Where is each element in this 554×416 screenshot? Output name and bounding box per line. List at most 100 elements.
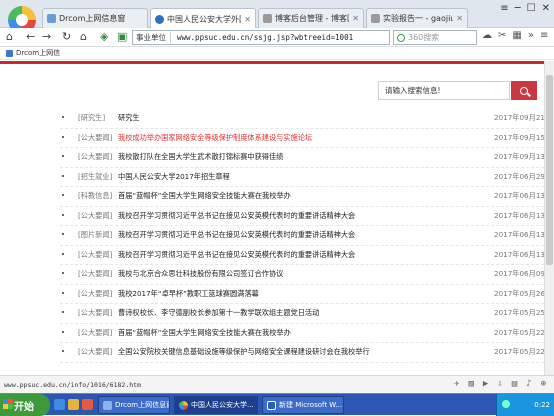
news-category[interactable]: [公大要闻] <box>78 152 112 162</box>
news-row[interactable]: [公大要闻] 我校散打队在全国大学生武术散打锦标赛中获得佳绩 2017年09月13日 <box>60 148 544 168</box>
news-category[interactable]: [公大要闻] <box>78 308 112 318</box>
news-date: 2017年06月13日 <box>494 191 544 201</box>
news-title-link[interactable]: 全国公安院校关键信息基础设施等级保护与网络安全课程建设研讨会在我校举行 <box>118 347 370 357</box>
news-row[interactable]: [科教信息] 首届“蓝帽杯”全国大学生网络安全技能大赛在我校举办 2017年06月1… <box>60 187 544 207</box>
url-text: www.ppsuc.edu.cn/ssjg.jsp?wbtreeid=1001 <box>177 33 354 42</box>
news-date: 2017年09月21日 <box>494 113 544 123</box>
tab-cnblogs[interactable]: 博客后台管理 - 博客园 ✕ <box>258 8 364 28</box>
cloud-icon[interactable]: ☁ <box>482 30 492 41</box>
pin-icon[interactable]: ✈ <box>454 379 459 389</box>
zoom-icon[interactable]: ⊕ <box>541 379 546 389</box>
site-search-placeholder: 请输入搜索信息! <box>385 86 441 95</box>
news-row[interactable]: [公大要闻] 我校2017年“卓早杯”教职工篮球赛圆满落幕 2017年05月26日 <box>60 285 544 304</box>
news-row[interactable]: [公大要闻] 我校与北京合众思壮科技股份有限公司签订合作协议 2017年06月09日 <box>60 265 544 285</box>
news-category[interactable]: [公大要闻] <box>78 328 112 338</box>
news-row[interactable]: [研究生] 研究生 2017年09月21日 <box>60 109 544 129</box>
forward-icon[interactable]: → <box>42 30 51 43</box>
toolbar-icons: ☁ ✂ ▦ » ≡ <box>482 30 548 41</box>
grid-icon[interactable]: ▦ <box>512 30 521 41</box>
browser-icon <box>179 400 188 410</box>
scissors-icon[interactable]: ✂ <box>498 30 506 41</box>
news-title-link[interactable]: 我校成功举办国家网络安全等级保护制度体系建设与实施论坛 <box>118 133 312 143</box>
task-label: 新建 Microsoft W... <box>279 401 343 409</box>
news-title-link[interactable]: 我校召开学习贯彻习近平总书记在接见公安英模代表时的重要讲话精神大会 <box>118 250 355 260</box>
news-row[interactable]: [图片新闻] 我校召开学习贯彻习近平总书记在接见公安英模代表时的重要讲话精神大会 2… <box>60 226 544 246</box>
home-icon[interactable]: ⌂ <box>6 30 13 43</box>
news-title-link[interactable]: 中国人民公安大学2017年招生章程 <box>118 172 230 182</box>
news-title-link[interactable]: 曹诗权校长、李守德副校长参加第十一教学联欢组主题党日活动 <box>118 308 319 318</box>
image-icon[interactable]: ▨ <box>468 379 473 389</box>
news-category[interactable]: [公大要闻] <box>78 211 112 221</box>
news-category[interactable]: [招生就业] <box>78 172 112 182</box>
address-bar[interactable]: 事业单位 www.ppsuc.edu.cn/ssjg.jsp?wbtreeid=… <box>132 30 390 45</box>
tab-drcom[interactable]: Drcom上网信息窗 <box>42 8 148 28</box>
news-category[interactable]: [科教信息] <box>78 191 112 201</box>
close-tab-icon[interactable]: ✕ <box>456 14 463 23</box>
news-category[interactable]: [公大要闻] <box>78 269 112 279</box>
shield-icon[interactable]: ◈ <box>100 30 108 43</box>
bookmark-drcom[interactable]: Drcom上网信 <box>16 48 60 58</box>
news-row[interactable]: [公大要闻] 我校成功举办国家网络安全等级保护制度体系建设与实施论坛 2017年09… <box>60 129 544 148</box>
site-search-button[interactable] <box>511 81 537 100</box>
news-category[interactable]: [研究生] <box>78 113 105 123</box>
bullet-icon <box>62 311 64 313</box>
search-icon <box>520 86 528 95</box>
page-icon <box>47 14 56 23</box>
news-category[interactable]: [公大要闻] <box>78 347 112 357</box>
scrollbar-thumb[interactable] <box>546 75 553 265</box>
news-date: 2017年09月13日 <box>494 152 544 162</box>
reload-icon[interactable]: ↻ <box>62 30 71 43</box>
news-row[interactable]: [公大要闻] 曹诗权校长、李守德副校长参加第十一教学联欢组主题党日活动 2017年0… <box>60 304 544 324</box>
tab-report[interactable]: 实验报告一 - gaojiuggu ✕ <box>366 8 468 28</box>
sound-icon[interactable]: ♪ <box>526 379 531 389</box>
news-title-link[interactable]: 研究生 <box>118 113 140 123</box>
news-row[interactable]: [公大要闻] 首届“蓝帽杯”全国大学生网络安全技能大赛在我校举办 2017年05月2… <box>60 324 544 343</box>
news-title-link[interactable]: 我校召开学习贯彻习近平总书记在接见公安英模代表时的重要讲话精神大会 <box>118 230 355 240</box>
news-title-link[interactable]: 首届“蓝帽杯”全国大学生网络安全技能大赛在我校举办 <box>118 191 291 201</box>
site-search-input[interactable]: 请输入搜索信息! <box>378 81 510 100</box>
news-row[interactable]: [公大要闻] 我校召开学习贯彻习近平总书记在接见公安英模代表时的重要讲话精神大会 2… <box>60 246 544 265</box>
trash-icon[interactable]: ▤ <box>512 379 517 389</box>
start-label: 开始 <box>14 401 34 413</box>
taskbar-item-word[interactable]: 新建 Microsoft W... <box>262 396 344 414</box>
close-tab-icon[interactable]: ✕ <box>352 14 359 23</box>
news-title-link[interactable]: 我校散打队在全国大学生武术散打锦标赛中获得佳绩 <box>118 152 283 162</box>
play-icon[interactable]: ▶ <box>483 379 488 389</box>
network-icon[interactable] <box>502 400 510 408</box>
page-content: 请输入搜索信息! [研究生] 研究生 2017年09月21日 [公大要闻] 我校成功举办… <box>0 61 544 375</box>
back-icon[interactable]: ← <box>26 30 35 43</box>
close-window-icon[interactable]: ✕ <box>542 3 550 14</box>
quicklaunch-ie-icon[interactable] <box>54 399 65 410</box>
browser-window: Drcom上网信息窗 中国人民公安大学外网 ✕ 博客后台管理 - 博客园 ✕ 实… <box>0 0 554 416</box>
bullet-icon <box>62 350 64 352</box>
news-title-link[interactable]: 我校召开学习贯彻习近平总书记在接见公安英模代表时的重要讲话精神大会 <box>118 211 355 221</box>
taskbar-item-drcom[interactable]: Drcom上网信息窗 <box>98 396 170 414</box>
menu-icon[interactable]: ≡ <box>500 3 508 14</box>
quicklaunch-media-icon[interactable] <box>82 399 93 410</box>
close-tab-icon[interactable]: ✕ <box>244 15 251 24</box>
more-icon[interactable]: » <box>528 30 534 41</box>
vertical-scrollbar[interactable] <box>544 61 554 375</box>
quicklaunch-desktop-icon[interactable] <box>68 399 79 410</box>
browser-search-box[interactable]: 360搜索 <box>393 30 477 45</box>
download-icon[interactable]: ⇩ <box>497 379 502 389</box>
news-row[interactable]: [公大要闻] 全国公安院校关键信息基础设施等级保护与网络安全课程建设研讨会在我校举… <box>60 343 544 363</box>
news-title-link[interactable]: 我校与北京合众思壮科技股份有限公司签订合作协议 <box>118 269 283 279</box>
news-category[interactable]: [公大要闻] <box>78 250 112 260</box>
minimize-icon[interactable]: ─ <box>515 3 521 14</box>
tab-ppsuc[interactable]: 中国人民公安大学外网 ✕ <box>150 8 256 29</box>
home-page-icon[interactable]: ⌂ <box>80 30 87 43</box>
start-button[interactable]: 开始 <box>0 394 50 416</box>
news-category[interactable]: [图片新闻] <box>78 230 112 240</box>
news-date: 2017年06月13日 <box>494 210 544 220</box>
news-title-link[interactable]: 我校2017年“卓早杯”教职工篮球赛圆满落幕 <box>118 289 259 299</box>
news-category[interactable]: [公大要闻] <box>78 133 112 143</box>
news-row[interactable]: [公大要闻] 我校召开学习贯彻习近平总书记在接见公安英模代表时的重要讲话精神大会 2… <box>60 207 544 226</box>
menu-icon[interactable]: ≡ <box>540 30 548 41</box>
news-category[interactable]: [公大要闻] <box>78 289 112 299</box>
news-row[interactable]: [招生就业] 中国人民公安大学2017年招生章程 2017年06月29日 <box>60 168 544 187</box>
clock: 0:22 <box>534 401 550 409</box>
news-title-link[interactable]: 首届“蓝帽杯”全国大学生网络安全技能大赛在我校举办 <box>118 328 291 338</box>
taskbar-item-browser[interactable]: 中国人民公安大学... <box>174 396 258 414</box>
maximize-icon[interactable]: ☐ <box>527 3 536 14</box>
